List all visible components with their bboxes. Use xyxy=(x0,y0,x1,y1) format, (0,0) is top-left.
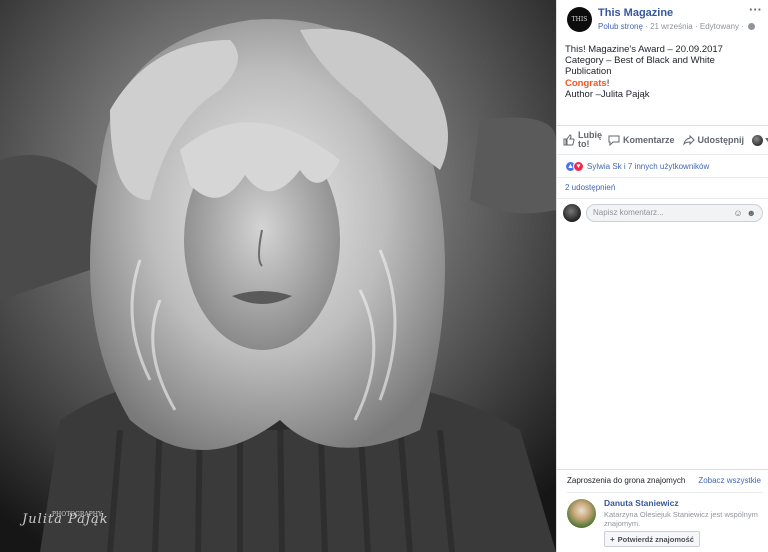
comment-icon xyxy=(608,135,620,146)
reactions-text[interactable]: Sylwia Sk i 7 innych użytkowników xyxy=(587,162,709,171)
thumbs-up-icon xyxy=(563,134,575,146)
comment-button[interactable]: Komentarze xyxy=(608,134,675,146)
add-friend-icon: + xyxy=(610,534,615,544)
friend-name-link[interactable]: Danuta Staniewicz xyxy=(604,498,679,508)
friend-requests-title: Zaproszenia do grona znajomych xyxy=(567,476,686,485)
reactions-summary[interactable]: ▲ ♥ Sylwia Sk i 7 innych użytkowników xyxy=(557,156,768,176)
globe-icon xyxy=(748,23,756,31)
see-all-link[interactable]: Zobacz wszystkie xyxy=(698,476,761,485)
love-reaction-icon: ♥ xyxy=(573,160,584,172)
post-meta: Polub stronę · 21 września · Edytowany · xyxy=(598,22,756,31)
more-options-icon[interactable]: ··· xyxy=(749,2,762,17)
comment-composer: Napisz komentarz... ☺ ☻ xyxy=(557,198,768,226)
portrait-illustration xyxy=(0,0,556,552)
friend-avatar[interactable] xyxy=(567,499,596,528)
like-button[interactable]: Lubię to! xyxy=(563,131,602,149)
share-button[interactable]: Udostępnij xyxy=(682,134,744,146)
like-page-link[interactable]: Polub stronę xyxy=(598,22,643,31)
share-icon xyxy=(682,134,695,146)
emoji-icon[interactable]: ☺ xyxy=(733,208,742,218)
post-date[interactable]: 21 września xyxy=(650,22,693,31)
friend-requests-section: Zaproszenia do grona znajomych Zobacz ws… xyxy=(557,469,768,552)
post-text: This! Magazine's Award – 20.09.2017 Cate… xyxy=(565,44,723,100)
user-avatar xyxy=(752,134,764,146)
post-header: THIS This Magazine Polub stronę · 21 wrz… xyxy=(557,0,768,40)
mutual-friends-text: Katarzyna Olesiejuk Staniewicz jest wspó… xyxy=(604,510,758,528)
page-avatar[interactable]: THIS xyxy=(567,7,592,32)
comment-input[interactable]: Napisz komentarz... ☺ ☻ xyxy=(586,203,763,222)
congrats-text: Congrats xyxy=(565,77,607,89)
comment-placeholder: Napisz komentarz... xyxy=(593,208,664,217)
share-as-selector[interactable] xyxy=(752,134,768,146)
friend-request-card: Danuta Staniewicz Katarzyna Olesiejuk St… xyxy=(567,492,763,550)
post-side-panel: THIS This Magazine Polub stronę · 21 wrz… xyxy=(556,0,768,552)
sticker-icon[interactable]: ☻ xyxy=(747,208,756,218)
post-photo[interactable]: Julita Pająk PHOTOGRAPHY xyxy=(0,0,556,552)
confirm-friend-button[interactable]: + Potwierdź znajomość xyxy=(604,531,700,547)
edited-label[interactable]: Edytowany xyxy=(700,22,739,31)
shares-count[interactable]: 2 udostępnień xyxy=(557,177,768,197)
commenter-avatar xyxy=(563,203,581,222)
post-actions-bar: Lubię to! Komentarze Udostępnij xyxy=(557,125,768,155)
page-name-link[interactable]: This Magazine xyxy=(598,7,673,19)
photographer-signature: Julita Pająk PHOTOGRAPHY xyxy=(22,511,109,527)
